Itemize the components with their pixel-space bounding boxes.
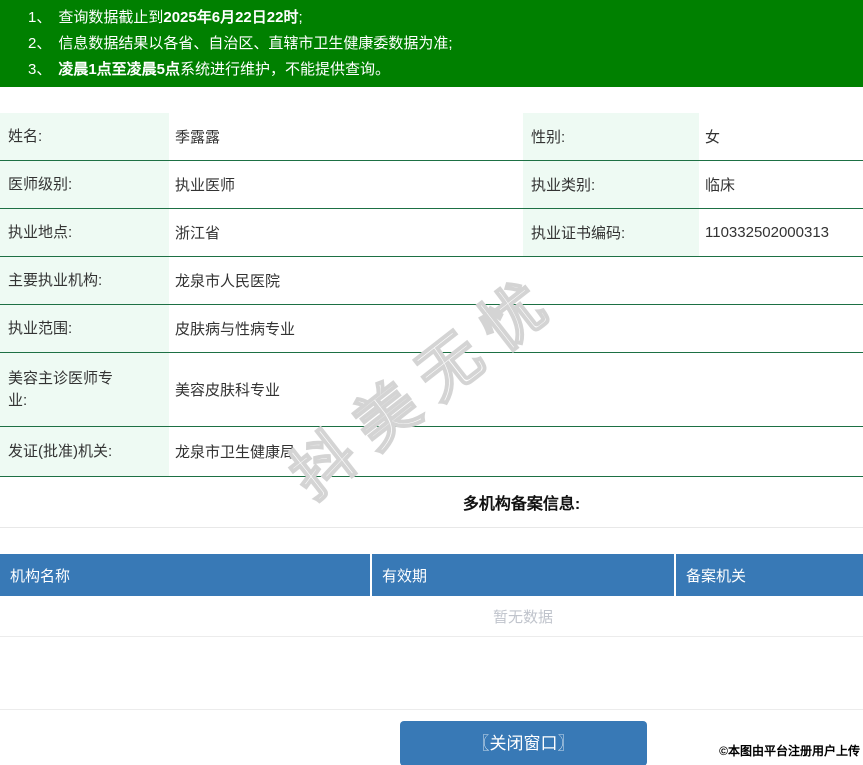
field-value-practice-scope: 皮肤病与性病专业 [175,321,296,338]
filing-records-table: 机构名称 有效期 备案机关 暂无数据 [0,554,863,710]
field-label-gender: 性别: [523,113,699,160]
field-label-doctor-level: 医师级别: [0,161,169,208]
spacer [0,637,863,710]
table-row: 姓名: 季露露 性别: 女 [0,113,863,161]
notice-text-bold: 凌晨1点至凌晨5点 [58,61,181,78]
close-window-button[interactable]: 〖关闭窗口〗 [400,721,647,765]
field-value-practice-category: 临床 [705,177,736,194]
field-label-certificate-number: 执业证书编码: [523,209,699,256]
field-value-main-institution: 龙泉市人民医院 [175,273,281,290]
notice-line-number: 2、 [28,35,52,52]
field-value-cosmetic-specialty: 美容皮肤科专业 [175,382,281,399]
notice-line-number: 1、 [28,9,52,26]
field-label-practice-category: 执业类别: [523,161,699,208]
field-value-doctor-level: 执业医师 [175,177,236,194]
field-value-practice-location: 浙江省 [175,225,221,242]
notice-text: 信息数据结果以各省、自治区、直辖市卫生健康委数据为准; [58,35,453,52]
column-header-validity-period: 有效期 [372,554,674,596]
notice-line-number: 3、 [28,61,52,78]
corner-watermark: ©本图由平台注册用户上传 [719,744,860,758]
field-label-practice-scope: 执业范围: [0,305,169,352]
table-row: 主要执业机构: 龙泉市人民医院 [0,257,863,305]
field-label-issuing-authority: 发证(批准)机关: [0,427,169,476]
field-label-practice-location: 执业地点: [0,209,169,256]
multi-institution-section: 多机构备案信息: [0,477,863,528]
table-row: 执业地点: 浙江省 执业证书编码: 110332502000313 [0,209,863,257]
field-value-name: 季露露 [175,129,221,146]
notice-text-suffix: ; [298,9,303,26]
notice-text: 查询数据截止到 [58,9,164,26]
notice-text-bold: 2025年6月22日22时 [163,9,299,26]
table-row: 美容主诊医师专业: 美容皮肤科专业 [0,353,863,427]
query-result-page: 1、 查询数据截止到2025年6月22日22时; 2、 信息数据结果以各省、自治区、… [0,0,863,765]
notice-line-3: 3、 凌晨1点至凌晨5点系统进行维护，不能提供查询。 [28,57,853,83]
table-empty-row: 暂无数据 [0,596,863,637]
column-header-institution-name: 机构名称 [0,554,370,596]
field-value-certificate-number: 110332502000313 [705,224,830,241]
notice-line-1: 1、 查询数据截止到2025年6月22日22时; [28,5,853,31]
table-row: 发证(批准)机关: 龙泉市卫生健康局 [0,427,863,477]
notice-banner: 1、 查询数据截止到2025年6月22日22时; 2、 信息数据结果以各省、自治区、… [0,0,863,87]
field-label-name: 姓名: [0,113,169,160]
section-title: 多机构备案信息: [462,496,581,513]
table-row: 医师级别: 执业医师 执业类别: 临床 [0,161,863,209]
notice-text-suffix: 系统进行维护，不能提供查询。 [180,61,391,78]
table-row: 执业范围: 皮肤病与性病专业 [0,305,863,353]
column-header-filing-authority: 备案机关 [676,554,863,596]
notice-line-2: 2、 信息数据结果以各省、自治区、直辖市卫生健康委数据为准; [28,31,853,57]
empty-state-text: 暂无数据 [492,608,553,626]
field-label-cosmetic-specialty: 美容主诊医师专业: [0,353,169,426]
practitioner-info-table: 姓名: 季露露 性别: 女 医师级别: 执业医师 执业类别: 临床 执业地点: … [0,113,863,477]
field-value-issuing-authority: 龙泉市卫生健康局 [175,444,296,461]
filing-table-header: 机构名称 有效期 备案机关 [0,554,863,596]
field-label-main-institution: 主要执业机构: [0,257,169,304]
field-value-gender: 女 [705,129,721,146]
